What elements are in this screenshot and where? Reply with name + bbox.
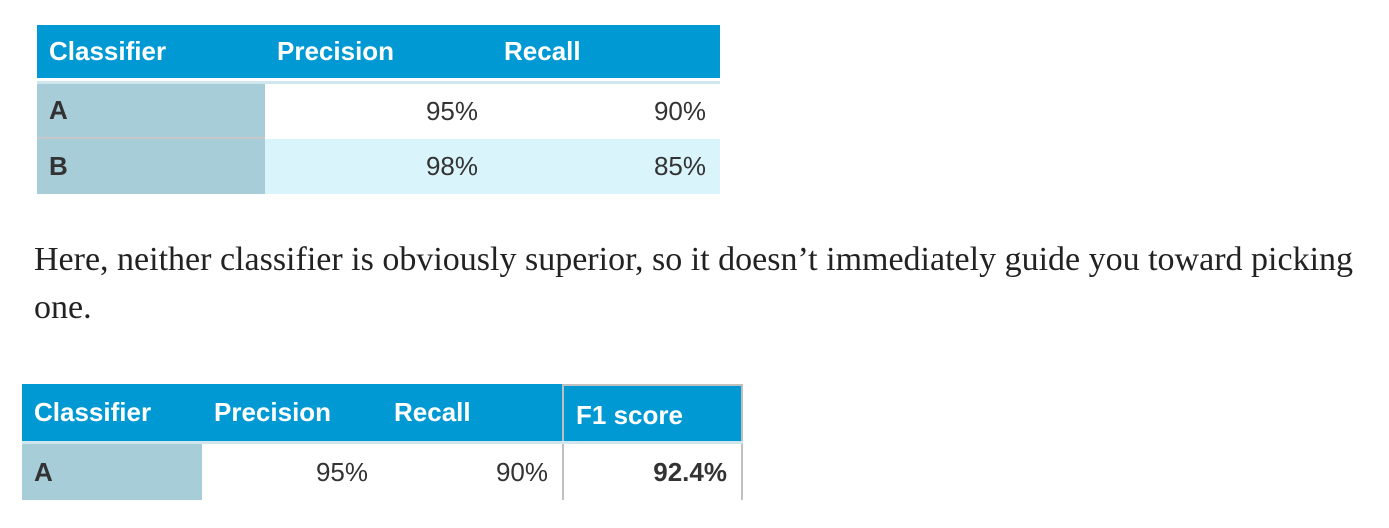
classifier-cell: B <box>37 139 265 194</box>
classifier-cell: A <box>37 84 265 139</box>
header-classifier: Classifier <box>37 25 265 78</box>
header-recall: Recall <box>492 25 720 78</box>
recall-cell: 90% <box>492 84 720 139</box>
comparison-table-precision-recall: Classifier Precision Recall A 95% 90% B … <box>37 25 720 194</box>
header-classifier: Classifier <box>22 384 202 441</box>
table-row: A 95% 90% <box>37 84 720 139</box>
header-recall: Recall <box>382 384 562 441</box>
header-f1-score: F1 score <box>562 384 743 441</box>
precision-cell: 95% <box>265 84 492 139</box>
table-row: A 95% 90% 92.4% <box>22 444 743 500</box>
precision-cell: 95% <box>202 444 382 500</box>
body-paragraph: Here, neither classifier is obviously su… <box>34 241 1354 326</box>
header-precision: Precision <box>202 384 382 441</box>
precision-cell: 98% <box>265 139 492 194</box>
recall-cell: 90% <box>382 444 562 500</box>
classifier-cell: A <box>22 444 202 500</box>
table-header-row: Classifier Precision Recall <box>37 25 720 84</box>
header-precision: Precision <box>265 25 492 78</box>
f1-score-cell: 92.4% <box>562 444 743 500</box>
table-header-row: Classifier Precision Recall F1 score <box>22 384 743 444</box>
recall-cell: 85% <box>492 139 720 194</box>
table-row: B 98% 85% <box>37 139 720 194</box>
comparison-table-with-f1: Classifier Precision Recall F1 score A 9… <box>22 384 743 500</box>
